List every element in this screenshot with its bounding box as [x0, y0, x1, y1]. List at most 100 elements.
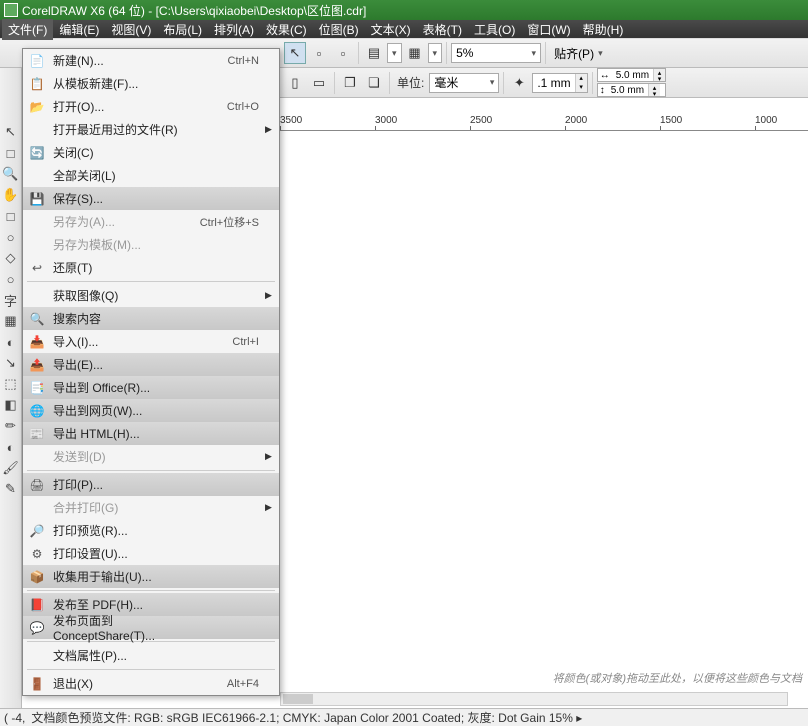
menu-item-label: 全部关闭(L) [53, 167, 193, 184]
menu-item[interactable]: 🌐导出到网页(W)... [23, 399, 279, 422]
menu-item: 另存为模板(M)... [23, 233, 279, 256]
window-title: CorelDRAW X6 (64 位) - [C:\Users\qixiaobe… [22, 2, 366, 19]
menu-item[interactable]: 文本(X) [365, 19, 417, 40]
menu-item[interactable]: 布局(L) [157, 19, 208, 40]
menu-item[interactable]: 效果(C) [260, 19, 313, 40]
menu-item[interactable]: 📰导出 HTML(H)... [23, 422, 279, 445]
tool-pick-icon[interactable]: ↖ [284, 42, 306, 64]
toolbox-tool[interactable]: ✏ [2, 417, 20, 435]
orient-landscape-icon[interactable]: ▭ [308, 72, 330, 94]
menu-item[interactable]: 帮助(H) [577, 19, 630, 40]
nudge-icon: ✦ [508, 72, 530, 94]
toolbox-tool[interactable]: ↘ [2, 354, 20, 372]
menu-item[interactable]: 排列(A) [208, 19, 260, 40]
zoom-field[interactable]: 5% ▾ [451, 43, 541, 63]
menu-item[interactable]: ⚙打印设置(U)... [23, 542, 279, 565]
menu-item-icon [27, 647, 47, 665]
menu-item-icon: 📋 [27, 75, 47, 93]
toolbox-tool[interactable]: ◐ [2, 333, 20, 351]
menu-item[interactable]: 📂打开(O)...Ctrl+O [23, 95, 279, 118]
menu-item[interactable]: ↩还原(T) [23, 256, 279, 279]
menu-item[interactable]: 🖨打印(P)... [23, 473, 279, 496]
menu-item-label: 收集用于输出(U)... [53, 568, 193, 585]
menu-item[interactable]: 📤导出(E)... [23, 353, 279, 376]
menu-item-icon: ⚙ [27, 545, 47, 563]
menu-item[interactable]: 获取图像(Q)▶ [23, 284, 279, 307]
menu-item-icon: 🌐 [27, 402, 47, 420]
menu-item[interactable]: 位图(B) [313, 19, 365, 40]
toolbox-tool[interactable]: □ [2, 144, 20, 162]
menu-item-label: 从模板新建(F)... [53, 75, 193, 92]
submenu-arrow-icon: ▶ [265, 502, 273, 513]
unit-field[interactable]: 毫米 ▾ [429, 73, 499, 93]
menu-item[interactable]: 表格(T) [417, 19, 468, 40]
dupx-field[interactable]: ↔ 5.0 mm ▴▾ [597, 68, 666, 82]
scrollbar-thumb[interactable] [283, 694, 313, 704]
toolbox-tool[interactable]: 字 [2, 291, 20, 309]
toolbox-tool[interactable]: ◇ [2, 249, 20, 267]
dropdown-f[interactable]: ▾ [428, 43, 443, 63]
dupy-field[interactable]: ↕ 5.0 mm ▴▾ [597, 83, 666, 97]
toolbox-tool[interactable]: ✋ [2, 186, 20, 204]
menu-item-label: 打开最近用过的文件(R) [53, 121, 193, 138]
menu-item[interactable]: 视图(V) [105, 19, 157, 40]
menu-item[interactable]: 📥导入(I)...Ctrl+I [23, 330, 279, 353]
tool-b-icon[interactable]: ▫ [332, 42, 354, 64]
menu-item[interactable]: 📦收集用于输出(U)... [23, 565, 279, 588]
toolbox-tool[interactable]: ⬚ [2, 375, 20, 393]
nudge-field[interactable]: .1 mm ▴▾ [532, 73, 587, 93]
toolbox-tool[interactable]: ◧ [2, 396, 20, 414]
dropdown-d[interactable]: ▾ [387, 43, 402, 63]
menu-item-label: 发布页面到 ConceptShare(T)... [53, 612, 193, 643]
menu-item[interactable]: 🔍 搜索内容 [23, 307, 279, 330]
menu-item[interactable]: 工具(O) [468, 19, 521, 40]
menu-item[interactable]: 窗口(W) [521, 19, 576, 40]
toolbox-tool[interactable]: 🔍 [2, 165, 20, 183]
orient-portrait-icon[interactable]: ▯ [284, 72, 306, 94]
menu-item[interactable]: 💬发布页面到 ConceptShare(T)... [23, 616, 279, 639]
toolbox-tool[interactable]: □ [2, 207, 20, 225]
toolbox-tool[interactable]: ▦ [2, 312, 20, 330]
menu-separator [27, 470, 275, 471]
tool-c-icon[interactable]: ▤ [363, 42, 385, 64]
toolbox-tool[interactable]: ◐ [2, 438, 20, 456]
tool-a-icon[interactable]: ▫ [308, 42, 330, 64]
menu-item-label: 关闭(C) [53, 144, 193, 161]
scrollbar-horizontal[interactable] [280, 692, 788, 706]
menu-item[interactable]: 编辑(E) [53, 19, 105, 40]
toolbox-tool[interactable]: 🖌 [2, 459, 20, 477]
menu-item-icon: 🔄 [27, 144, 47, 162]
pages2-icon[interactable]: ❏ [363, 72, 385, 94]
menu-item[interactable]: 全部关闭(L) [23, 164, 279, 187]
menu-item[interactable]: 🚪退出(X)Alt+F4 [23, 672, 279, 695]
menu-item-icon: 📕 [27, 596, 47, 614]
toolbox-tool[interactable]: ○ [2, 270, 20, 288]
ruler-tick: 1500 [660, 115, 682, 126]
menu-item[interactable]: 📑导出到 Office(R)... [23, 376, 279, 399]
menu-item[interactable]: 🔄 关闭(C) [23, 141, 279, 164]
menu-item[interactable]: 文件(F) [2, 19, 53, 40]
menu-item[interactable]: 🔎打印预览(R)... [23, 519, 279, 542]
submenu-arrow-icon: ▶ [265, 124, 273, 135]
menu-item[interactable]: 打开最近用过的文件(R) ▶ [23, 118, 279, 141]
menu-item-label: 搜索内容 [53, 310, 193, 327]
menu-item-label: 打印(P)... [53, 476, 193, 493]
toolbox-tool[interactable]: ↖ [2, 123, 20, 141]
menu-item-icon: 📂 [27, 98, 47, 116]
menu-item-icon: 🔍 [27, 310, 47, 328]
snap-dropdown[interactable]: 贴齐(P) ▾ [550, 43, 607, 63]
toolbox-tool[interactable]: ✎ [2, 480, 20, 498]
separator [358, 42, 359, 64]
toolbox-tool[interactable]: ○ [2, 228, 20, 246]
menu-item[interactable]: 📋 从模板新建(F)... [23, 72, 279, 95]
nudge-value: .1 mm [533, 76, 574, 90]
menu-item[interactable]: 文档属性(P)... [23, 644, 279, 667]
tool-e-icon[interactable]: ▦ [404, 42, 426, 64]
menu-item[interactable]: 💾保存(S)... [23, 187, 279, 210]
ruler-tick: 2000 [565, 115, 587, 126]
menu-item-shortcut: Ctrl+位移+S [199, 214, 259, 230]
menu-item[interactable]: 📄新建(N)...Ctrl+N [23, 49, 279, 72]
pages-icon[interactable]: ❐ [339, 72, 361, 94]
menu-item-icon: 📥 [27, 333, 47, 351]
menu-item-label: 保存(S)... [53, 190, 193, 207]
